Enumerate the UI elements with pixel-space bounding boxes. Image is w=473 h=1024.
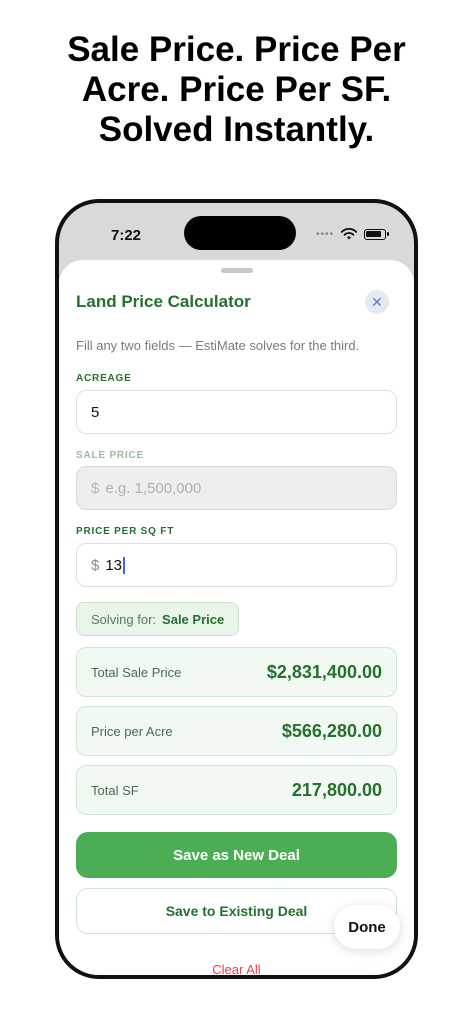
result-label: Total Sale Price bbox=[91, 664, 182, 680]
acreage-value: 5 bbox=[91, 403, 100, 421]
headline-line-2: Acre. Price Per SF. bbox=[81, 70, 392, 109]
sheet-grabber[interactable] bbox=[221, 268, 253, 273]
clear-all-button[interactable]: Clear All bbox=[59, 962, 414, 975]
result-value: $566,280.00 bbox=[281, 720, 382, 741]
result-label: Price per Acre bbox=[91, 723, 173, 739]
solving-for-badge: Solving for: Sale Price bbox=[76, 602, 240, 636]
solving-for-target: Sale Price bbox=[162, 611, 225, 627]
status-time: 7:22 bbox=[111, 227, 142, 244]
sale-price-input[interactable]: $ e.g. 1,500,000 bbox=[76, 466, 397, 510]
result-price-per-acre: Price per Acre $566,280.00 bbox=[76, 706, 397, 756]
result-total-sale-price: Total Sale Price $2,831,400.00 bbox=[76, 647, 397, 697]
close-button[interactable]: ✕ bbox=[365, 290, 389, 314]
signal-dots-icon: •••• bbox=[315, 228, 334, 240]
headline-line-1: Sale Price. Price Per bbox=[67, 30, 406, 69]
sale-price-prefix: $ bbox=[91, 479, 100, 497]
result-label: Total SF bbox=[91, 782, 139, 798]
headline-line-3: Solved Instantly. bbox=[98, 110, 375, 149]
solving-for-label: Solving for: bbox=[91, 611, 157, 627]
result-value: $2,831,400.00 bbox=[266, 661, 382, 682]
sheet-hint: Fill any two fields — EstiMate solves fo… bbox=[76, 338, 360, 353]
price-per-sqft-label: PRICE PER SQ FT bbox=[76, 526, 175, 537]
marketing-headline: Sale Price. Price Per Acre. Price Per SF… bbox=[0, 30, 473, 150]
status-icons: •••• bbox=[315, 228, 389, 240]
price-per-sqft-input[interactable]: $ 13 bbox=[76, 543, 397, 587]
price-per-sqft-prefix: $ bbox=[91, 556, 100, 574]
calculator-sheet: Land Price Calculator ✕ Fill any two fie… bbox=[59, 260, 414, 975]
acreage-label: ACREAGE bbox=[76, 373, 132, 384]
text-cursor bbox=[123, 556, 126, 574]
price-per-sqft-value: 13 bbox=[105, 556, 123, 574]
phone-frame: 7:22 •••• Land Price Calculator ✕ Fill a… bbox=[55, 199, 418, 979]
save-as-new-deal-button[interactable]: Save as New Deal bbox=[76, 832, 397, 878]
battery-icon bbox=[364, 228, 389, 240]
sheet-title: Land Price Calculator bbox=[76, 292, 251, 311]
sale-price-label: SALE PRICE bbox=[76, 450, 145, 461]
close-icon: ✕ bbox=[371, 293, 383, 310]
done-button[interactable]: Done bbox=[334, 905, 400, 949]
wifi-icon bbox=[340, 228, 358, 240]
result-value: 217,800.00 bbox=[291, 779, 382, 800]
result-total-sf: Total SF 217,800.00 bbox=[76, 765, 397, 815]
acreage-input[interactable]: 5 bbox=[76, 390, 397, 434]
sale-price-placeholder: e.g. 1,500,000 bbox=[105, 479, 202, 497]
dynamic-island bbox=[184, 216, 296, 250]
